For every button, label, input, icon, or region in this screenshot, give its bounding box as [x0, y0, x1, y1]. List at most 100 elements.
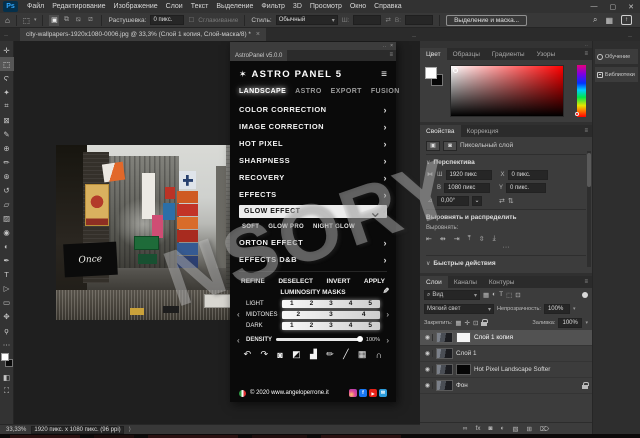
redo-icon[interactable]: ↷ — [261, 349, 269, 360]
link-layers-icon[interactable]: ∞ — [463, 425, 468, 432]
menu-view[interactable]: Просмотр — [306, 3, 346, 10]
tab-bar-grip[interactable]: ‥ — [4, 31, 8, 38]
align-bottom-icon[interactable]: ⤓ — [493, 235, 496, 243]
color-swatches[interactable] — [0, 353, 14, 370]
visibility-eye-icon[interactable]: ◉ — [423, 366, 433, 373]
deselect-button[interactable]: DESELECT — [278, 278, 313, 285]
contrast-icon[interactable]: ◩ — [292, 349, 301, 360]
rail-grip[interactable]: ‥ — [628, 32, 632, 39]
sharpness-item[interactable]: SHARPNESS › — [239, 152, 387, 169]
menu-edit[interactable]: Редактирование — [48, 3, 109, 10]
learn-button[interactable]: Обучение — [595, 49, 638, 64]
filter-shape-icon[interactable]: ⬚ — [506, 291, 512, 299]
layer-style-icon[interactable]: fx — [475, 425, 480, 432]
youtube-icon[interactable]: ▶ — [369, 389, 377, 397]
brush-icon[interactable]: ✏ — [326, 349, 334, 360]
filter-adjustment-icon[interactable]: ◐ — [492, 291, 496, 299]
light-mask-5[interactable]: 5 — [368, 300, 372, 307]
height-input[interactable]: 1080 пикс — [444, 183, 490, 193]
effects-item[interactable]: EFFECTS › — [239, 186, 387, 203]
foreground-color-swatch[interactable] — [1, 353, 9, 361]
density-next-icon[interactable]: › — [386, 336, 389, 345]
link-dimensions-icon[interactable]: ⧓ — [426, 171, 434, 178]
midtones-mask-4[interactable]: 4 — [362, 311, 366, 318]
more-options-icon[interactable]: ··· — [426, 245, 586, 253]
tab-patterns[interactable]: Узоры — [531, 48, 562, 60]
layer-row-hotpixel[interactable]: ◉ Hot Pixel Landscape Softer — [420, 362, 592, 378]
intersect-selection-mode[interactable]: ⧄ — [85, 15, 95, 26]
menu-type[interactable]: Текст — [187, 3, 213, 10]
invert-button[interactable]: INVERT — [327, 278, 351, 285]
color-picker-marker[interactable] — [453, 68, 458, 73]
menu-filter[interactable]: Фильтр — [257, 3, 289, 10]
panel-menu-icon[interactable]: ≡ — [584, 51, 588, 57]
frames-icon[interactable]: ▦ — [358, 349, 367, 360]
color-correction-item[interactable]: COLOR CORRECTION › — [239, 101, 387, 118]
menu-image[interactable]: Изображение — [110, 3, 162, 10]
properties-scrollbar[interactable] — [587, 151, 591, 267]
layer-thumbnail[interactable] — [436, 364, 453, 375]
quick-selection-tool[interactable]: ✦ — [0, 85, 14, 99]
maximize-button[interactable]: ▢ — [610, 3, 617, 11]
lock-position-icon[interactable]: ✛ — [465, 319, 470, 327]
quick-mask-icon[interactable]: ◧ — [0, 370, 14, 384]
tab-adjustments[interactable]: Коррекция — [461, 125, 505, 137]
visibility-eye-icon[interactable]: ◉ — [423, 382, 433, 389]
undo-icon[interactable]: ↶ — [244, 349, 252, 360]
hue-slider[interactable] — [577, 65, 586, 117]
new-layer-icon[interactable]: ⊞ — [527, 425, 532, 433]
light-mask-2[interactable]: 2 — [310, 300, 314, 307]
zoom-level[interactable]: 33,33% — [6, 427, 26, 433]
layer-row-copy[interactable]: ◉ Слой 1 копия — [420, 330, 592, 346]
layer-row-background[interactable]: ◉ Фон — [420, 378, 592, 394]
add-selection-mode[interactable]: ⧉ — [61, 15, 71, 26]
close-button[interactable]: ✕ — [628, 3, 634, 11]
brush-tool[interactable]: ✏ — [0, 155, 14, 169]
move-tool[interactable]: ✛ — [0, 43, 14, 57]
blur-tool[interactable]: ◉ — [0, 225, 14, 239]
angle-input[interactable]: 0,00° — [437, 196, 469, 206]
chevron-down-icon[interactable]: ▾ — [585, 320, 588, 326]
tab-gradients[interactable]: Градиенты — [486, 48, 531, 60]
density-slider-thumb[interactable] — [357, 336, 363, 342]
eraser-tool[interactable]: ▱ — [0, 197, 14, 211]
image-correction-item[interactable]: IMAGE CORRECTION › — [239, 118, 387, 135]
canvas-image[interactable]: Once — [56, 145, 251, 320]
layer-thumbnail[interactable] — [436, 348, 453, 359]
type-tool[interactable]: T — [0, 267, 14, 281]
align-right-icon[interactable]: ⇥ — [454, 235, 460, 243]
night-glow-button[interactable]: NIGHT GLOW — [313, 224, 355, 230]
hamburger-menu-icon[interactable]: ≡ — [381, 69, 387, 80]
layer-filter-select[interactable]: ⌕ Вид ▾ — [424, 290, 480, 300]
blend-mode-select[interactable]: Мягкий свет ▾ — [424, 304, 494, 314]
light-mask-3[interactable]: 3 — [329, 300, 333, 307]
instagram-icon[interactable] — [349, 389, 357, 397]
filter-type-icon[interactable]: T — [499, 291, 503, 299]
hot-pixel-item[interactable]: HOT PIXEL › — [239, 135, 387, 152]
visibility-eye-icon[interactable]: ◉ — [423, 350, 433, 357]
menu-help[interactable]: Справка — [370, 3, 405, 10]
facebook-icon[interactable]: f — [359, 389, 367, 397]
filter-pixel-icon[interactable]: ▦ — [483, 291, 489, 299]
photoshop-logo[interactable]: Ps — [3, 1, 18, 12]
refine-button[interactable]: REFINE — [241, 278, 265, 285]
scrollbar-thumb[interactable] — [587, 153, 591, 187]
fill-input[interactable]: 100% — [558, 318, 582, 328]
tab-paths[interactable]: Контуры — [483, 276, 521, 288]
transform-section-header[interactable]: ∨ Перспектива — [426, 157, 586, 168]
astropanel-tab[interactable]: AstroPanel v5.0.0 — [230, 50, 287, 61]
close-panel-icon[interactable]: × — [390, 43, 393, 49]
foreground-color-swatch[interactable] — [425, 67, 437, 79]
menu-file[interactable]: Файл — [23, 3, 48, 10]
collapse-panel-icon[interactable]: ‥ — [383, 43, 386, 49]
layer-mask-thumbnail[interactable] — [456, 332, 471, 343]
hue-slider-marker[interactable] — [575, 112, 579, 116]
minimize-button[interactable]: — — [591, 3, 598, 10]
chevron-down-icon[interactable]: ▾ — [573, 306, 576, 312]
frame-tool[interactable]: ⊠ — [0, 113, 14, 127]
tab-properties[interactable]: Свойства — [420, 125, 461, 137]
levels-icon[interactable]: ▟ — [310, 349, 317, 360]
dodge-tool[interactable]: ◐ — [0, 239, 14, 253]
x-input[interactable]: 0 пикс. — [508, 170, 548, 180]
lock-image-icon[interactable]: ⊡ — [473, 319, 478, 327]
